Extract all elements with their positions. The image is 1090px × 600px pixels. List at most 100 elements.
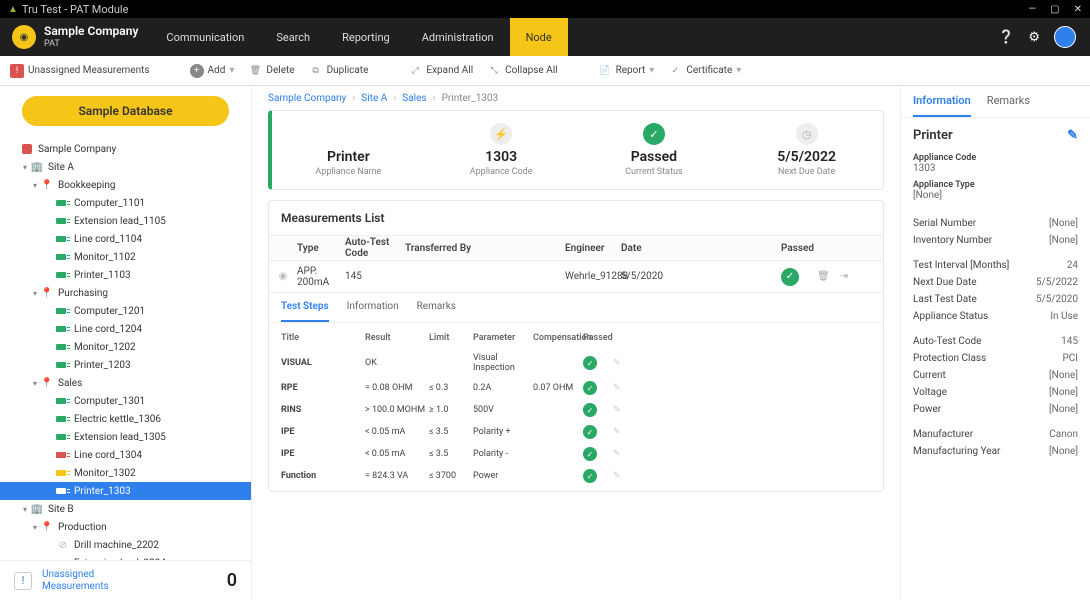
app-icon: ▲: [8, 4, 18, 15]
step-edit-icon[interactable]: ✎: [613, 383, 643, 393]
export-row-icon[interactable]: ⇥: [840, 271, 848, 282]
info-title: Printer: [913, 128, 953, 143]
info-group: Appliance Code1303: [913, 153, 1078, 174]
info-tab-information[interactable]: Information: [913, 86, 971, 117]
step-row: IPE< 0.05 mA≤ 3.5Polarity -✓✎: [281, 443, 871, 465]
step-row: RPE= 0.08 OHM≤ 0.30.2A0.07 OHM✓✎: [281, 377, 871, 399]
help-icon[interactable]: ❔: [998, 30, 1014, 45]
tree-node[interactable]: Monitor_1202: [0, 338, 251, 356]
collapse-all-button[interactable]: ⤡Collapse All: [487, 64, 557, 78]
step-row: RINS> 100.0 MOHM≥ 1.0500V✓✎: [281, 399, 871, 421]
info-row: Protection ClassPCI: [913, 350, 1078, 367]
certificate-button[interactable]: ✓Certificate ▾: [668, 64, 741, 78]
brand-sub: PAT: [44, 39, 138, 50]
tree-node[interactable]: Computer_1201: [0, 302, 251, 320]
subtab-test-steps[interactable]: Test Steps: [281, 293, 329, 322]
measurements-title: Measurements List: [269, 201, 883, 235]
step-edit-icon[interactable]: ✎: [613, 358, 643, 368]
info-group: Appliance Type[None]: [913, 180, 1078, 201]
info-row: Next Due Date5/5/2022: [913, 274, 1078, 291]
unassigned-measurements-button[interactable]: !Unassigned Measurements: [10, 64, 150, 78]
info-row: Power[None]: [913, 401, 1078, 418]
info-row: Manufacturing Year[None]: [913, 443, 1078, 460]
step-edit-icon[interactable]: ✎: [613, 471, 643, 481]
brand-name: Sample Company: [44, 24, 138, 38]
panel-next-due-date: ◷5/5/2022Next Due Date: [730, 123, 883, 177]
tree-node[interactable]: Computer_1101: [0, 194, 251, 212]
tree-node[interactable]: Extension lead_1105: [0, 212, 251, 230]
tree-node[interactable]: Sample Company: [0, 140, 251, 158]
duplicate-button[interactable]: ⧉Duplicate: [309, 64, 369, 78]
nav-administration[interactable]: Administration: [406, 18, 510, 56]
info-row: Current[None]: [913, 367, 1078, 384]
step-row: VISUALOKVisual Inspection✓✎: [281, 349, 871, 377]
measurement-row[interactable]: ◉ APP. 200mA 145 Wehrle_91288 5/5/2020 ✓…: [269, 261, 883, 293]
tree-node[interactable]: Monitor_1102: [0, 248, 251, 266]
row-expand-icon[interactable]: ◉: [269, 271, 297, 282]
unassigned-icon: !: [14, 572, 32, 590]
tree-node[interactable]: ▾📍Purchasing: [0, 284, 251, 302]
tree-node[interactable]: Line cord_1304: [0, 446, 251, 464]
tree-node[interactable]: ⊘Drill machine_2202: [0, 536, 251, 554]
passed-icon: ✓: [781, 268, 799, 286]
tree-node[interactable]: Printer_1203: [0, 356, 251, 374]
tree-node[interactable]: Printer_1103: [0, 266, 251, 284]
info-row: Inventory Number[None]: [913, 232, 1078, 249]
settings-icon[interactable]: ⚙: [1028, 30, 1040, 45]
step-pass-icon: ✓: [583, 403, 597, 417]
tree-node[interactable]: Line cord_1204: [0, 320, 251, 338]
panel-appliance-code: ⚡1303Appliance Code: [425, 123, 578, 177]
info-row: Appliance StatusIn Use: [913, 308, 1078, 325]
breadcrumb-current: Printer_1303: [442, 93, 499, 104]
nav-reporting[interactable]: Reporting: [326, 18, 406, 56]
expand-all-button[interactable]: ⤢Expand All: [408, 64, 473, 78]
brand-logo: ◉: [12, 25, 36, 49]
info-tab-remarks[interactable]: Remarks: [987, 86, 1030, 117]
step-edit-icon[interactable]: ✎: [613, 449, 643, 459]
subtab-information[interactable]: Information: [347, 293, 399, 322]
report-button[interactable]: 📄Report ▾: [598, 64, 655, 78]
user-avatar[interactable]: [1054, 26, 1076, 48]
breadcrumb-link[interactable]: Sales: [402, 93, 426, 104]
breadcrumb-link[interactable]: Sample Company: [268, 93, 346, 104]
edit-icon[interactable]: ✎: [1067, 128, 1078, 143]
tree-node[interactable]: Computer_1301: [0, 392, 251, 410]
tree-node[interactable]: ▾🏢Site B: [0, 500, 251, 518]
breadcrumb-link[interactable]: Site A: [361, 93, 387, 104]
maximize-button[interactable]: ▢: [1050, 4, 1059, 15]
minimize-button[interactable]: —: [1028, 4, 1036, 15]
tree-node[interactable]: ▾🏢Site A: [0, 158, 251, 176]
step-edit-icon[interactable]: ✎: [613, 405, 643, 415]
step-pass-icon: ✓: [583, 447, 597, 461]
nav-node[interactable]: Node: [510, 18, 568, 56]
info-row: ManufacturerCanon: [913, 426, 1078, 443]
sample-database-button[interactable]: Sample Database: [22, 96, 229, 126]
delete-row-icon[interactable]: 🗑: [817, 271, 830, 282]
step-pass-icon: ✓: [583, 469, 597, 483]
info-row: Serial Number[None]: [913, 215, 1078, 232]
step-row: Function= 824.3 VA≤ 3700Power✓✎: [281, 465, 871, 487]
nav-search[interactable]: Search: [260, 18, 326, 56]
tree-node[interactable]: Monitor_1302: [0, 464, 251, 482]
tree-node[interactable]: Printer_1303: [0, 482, 251, 500]
info-row: Test Interval [Months]24: [913, 257, 1078, 274]
subtab-remarks[interactable]: Remarks: [417, 293, 456, 322]
tree-node[interactable]: Electric kettle_1306: [0, 410, 251, 428]
nav-communication[interactable]: Communication: [150, 18, 260, 56]
info-row: Voltage[None]: [913, 384, 1078, 401]
unassigned-count: 0: [227, 570, 237, 591]
delete-button[interactable]: 🗑Delete: [248, 64, 294, 78]
tree-node[interactable]: ▾📍Production: [0, 518, 251, 536]
add-button[interactable]: +Add ▾: [190, 64, 235, 78]
tree-node[interactable]: Extension lead_1305: [0, 428, 251, 446]
panel-current-status: ✓PassedCurrent Status: [578, 123, 731, 177]
step-pass-icon: ✓: [583, 425, 597, 439]
tree-node[interactable]: ▾📍Sales: [0, 374, 251, 392]
tree-node[interactable]: ▾📍Bookkeeping: [0, 176, 251, 194]
unassigned-label[interactable]: UnassignedMeasurements: [42, 569, 109, 592]
step-pass-icon: ✓: [583, 381, 597, 395]
close-button[interactable]: ✕: [1074, 4, 1082, 15]
step-edit-icon[interactable]: ✎: [613, 427, 643, 437]
panel-appliance-name: PrinterAppliance Name: [272, 123, 425, 177]
tree-node[interactable]: Line cord_1104: [0, 230, 251, 248]
